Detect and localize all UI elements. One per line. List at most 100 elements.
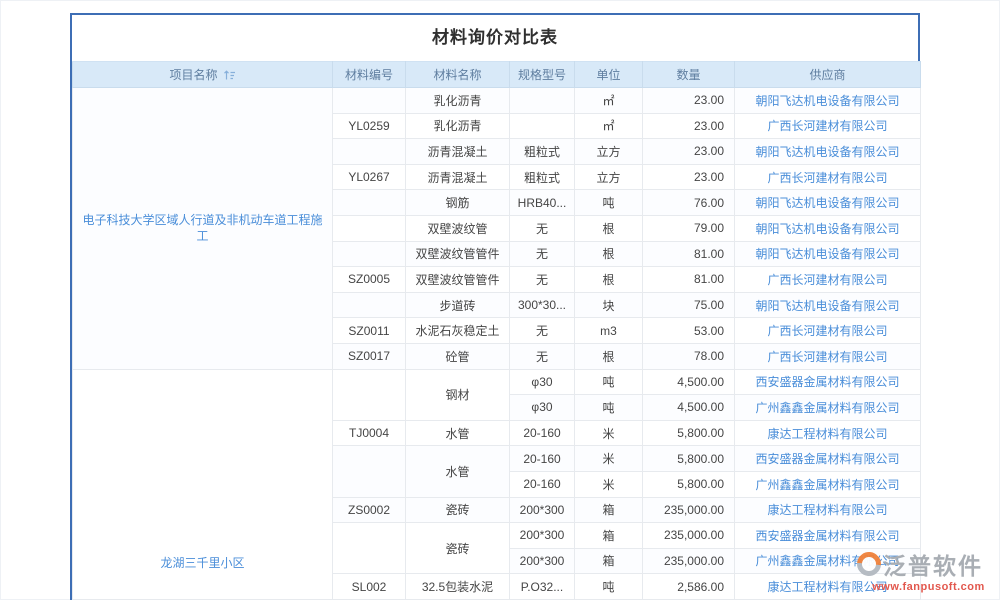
supplier-link[interactable]: 广西长河建材有限公司 <box>735 343 921 369</box>
col-header-label: 数量 <box>676 68 700 82</box>
quantity-cell: 78.00 <box>643 343 735 369</box>
col-header-label: 材料编号 <box>345 68 393 82</box>
spec-cell: 20-160 <box>510 420 575 446</box>
material-code-cell: SZ0005 <box>333 267 406 293</box>
table-row: 龙湖三千里小区钢材φ30吨4,500.00西安盛器金属材料有限公司 <box>73 369 921 395</box>
watermark-url[interactable]: www.fanpusoft.com <box>857 581 1000 593</box>
spec-cell: 无 <box>510 241 575 267</box>
project-name-cell[interactable]: 电子科技大学区域人行道及非机动车道工程施工 <box>73 88 333 370</box>
spec-cell: φ30 <box>510 369 575 395</box>
unit-cell: ㎡ <box>575 88 643 114</box>
quantity-cell: 81.00 <box>643 267 735 293</box>
material-name-cell: 瓷砖 <box>406 523 510 574</box>
col-header-qty: 数量 <box>643 62 735 88</box>
material-code-cell: YL0259 <box>333 113 406 139</box>
material-inquiry-comparison-report: 材料询价对比表 项目名称材料编号材料名称规格型号单位数量供应商 电子科技大学区域… <box>70 13 920 600</box>
quantity-cell: 235,000.00 <box>643 548 735 574</box>
supplier-link[interactable]: 广西长河建材有限公司 <box>735 318 921 344</box>
unit-cell: 箱 <box>575 523 643 549</box>
spec-cell: 200*300 <box>510 497 575 523</box>
material-name-cell: 双壁波纹管管件 <box>406 241 510 267</box>
supplier-link[interactable]: 广西长河建材有限公司 <box>735 164 921 190</box>
spec-cell <box>510 88 575 114</box>
spec-cell: 300*30... <box>510 292 575 318</box>
quantity-cell: 53.00 <box>643 318 735 344</box>
material-name-cell: 32.5包装水泥 <box>406 574 510 600</box>
supplier-link[interactable]: 朝阳飞达机电设备有限公司 <box>735 88 921 114</box>
material-code-cell <box>333 190 406 216</box>
supplier-link[interactable]: 康达工程材料有限公司 <box>735 420 921 446</box>
spec-cell: φ30 <box>510 395 575 421</box>
page: 材料询价对比表 项目名称材料编号材料名称规格型号单位数量供应商 电子科技大学区域… <box>0 0 1000 600</box>
col-header-spec: 规格型号 <box>510 62 575 88</box>
supplier-link[interactable]: 朝阳飞达机电设备有限公司 <box>735 139 921 165</box>
material-code-cell <box>333 446 406 497</box>
watermark-brand: 泛普软件 <box>883 547 983 581</box>
material-code-cell: SL002 <box>333 574 406 600</box>
quantity-cell: 235,000.00 <box>643 497 735 523</box>
col-header-label: 材料名称 <box>433 68 481 82</box>
sort-ascending-icon[interactable] <box>223 69 236 81</box>
quantity-cell: 5,800.00 <box>643 446 735 472</box>
table-header: 项目名称材料编号材料名称规格型号单位数量供应商 <box>73 62 921 88</box>
unit-cell: 米 <box>575 471 643 497</box>
unit-cell: 箱 <box>575 497 643 523</box>
unit-cell: 吨 <box>575 190 643 216</box>
material-name-cell: 水管 <box>406 446 510 497</box>
material-name-cell: 乳化沥青 <box>406 113 510 139</box>
col-header-unit: 单位 <box>575 62 643 88</box>
material-code-cell <box>333 88 406 114</box>
material-name-cell: 步道砖 <box>406 292 510 318</box>
col-header-code: 材料编号 <box>333 62 406 88</box>
spec-cell: 无 <box>510 318 575 344</box>
col-header-project[interactable]: 项目名称 <box>73 62 333 88</box>
unit-cell: 吨 <box>575 395 643 421</box>
unit-cell: 吨 <box>575 369 643 395</box>
supplier-link[interactable]: 朝阳飞达机电设备有限公司 <box>735 190 921 216</box>
spec-cell: P.O32... <box>510 574 575 600</box>
supplier-link[interactable]: 广州鑫鑫金属材料有限公司 <box>735 395 921 421</box>
material-name-cell: 双壁波纹管 <box>406 215 510 241</box>
watermark: 泛普软件 www.fanpusoft.com <box>857 547 1000 593</box>
quantity-cell: 23.00 <box>643 164 735 190</box>
quantity-cell: 76.00 <box>643 190 735 216</box>
table-body: 电子科技大学区域人行道及非机动车道工程施工乳化沥青㎡23.00朝阳飞达机电设备有… <box>73 88 921 600</box>
quantity-cell: 75.00 <box>643 292 735 318</box>
quantity-cell: 23.00 <box>643 113 735 139</box>
project-name-cell[interactable]: 龙湖三千里小区 <box>73 369 333 599</box>
unit-cell: 立方 <box>575 164 643 190</box>
quantity-cell: 4,500.00 <box>643 369 735 395</box>
col-header-label: 规格型号 <box>518 68 566 82</box>
material-code-cell: SZ0017 <box>333 343 406 369</box>
header-row: 项目名称材料编号材料名称规格型号单位数量供应商 <box>73 62 921 88</box>
supplier-link[interactable]: 康达工程材料有限公司 <box>735 497 921 523</box>
unit-cell: ㎡ <box>575 113 643 139</box>
supplier-link[interactable]: 西安盛器金属材料有限公司 <box>735 369 921 395</box>
unit-cell: 块 <box>575 292 643 318</box>
spec-cell: 粗粒式 <box>510 164 575 190</box>
spec-cell: HRB40... <box>510 190 575 216</box>
material-name-cell: 沥青混凝土 <box>406 139 510 165</box>
material-code-cell <box>333 139 406 165</box>
supplier-link[interactable]: 朝阳飞达机电设备有限公司 <box>735 292 921 318</box>
material-code-cell <box>333 215 406 241</box>
spec-cell: 20-160 <box>510 471 575 497</box>
material-name-cell: 砼管 <box>406 343 510 369</box>
material-code-cell: ZS0002 <box>333 497 406 523</box>
supplier-link[interactable]: 朝阳飞达机电设备有限公司 <box>735 215 921 241</box>
quantity-cell: 5,800.00 <box>643 420 735 446</box>
supplier-link[interactable]: 广西长河建材有限公司 <box>735 267 921 293</box>
material-name-cell: 钢筋 <box>406 190 510 216</box>
supplier-link[interactable]: 广州鑫鑫金属材料有限公司 <box>735 471 921 497</box>
supplier-link[interactable]: 西安盛器金属材料有限公司 <box>735 523 921 549</box>
quantity-cell: 23.00 <box>643 139 735 165</box>
material-name-cell: 沥青混凝土 <box>406 164 510 190</box>
supplier-link[interactable]: 广西长河建材有限公司 <box>735 113 921 139</box>
material-name-cell: 瓷砖 <box>406 497 510 523</box>
material-code-cell: YL0267 <box>333 164 406 190</box>
supplier-link[interactable]: 朝阳飞达机电设备有限公司 <box>735 241 921 267</box>
spec-cell: 200*300 <box>510 548 575 574</box>
supplier-link[interactable]: 西安盛器金属材料有限公司 <box>735 446 921 472</box>
material-code-cell: TJ0004 <box>333 420 406 446</box>
table-row: 电子科技大学区域人行道及非机动车道工程施工乳化沥青㎡23.00朝阳飞达机电设备有… <box>73 88 921 114</box>
